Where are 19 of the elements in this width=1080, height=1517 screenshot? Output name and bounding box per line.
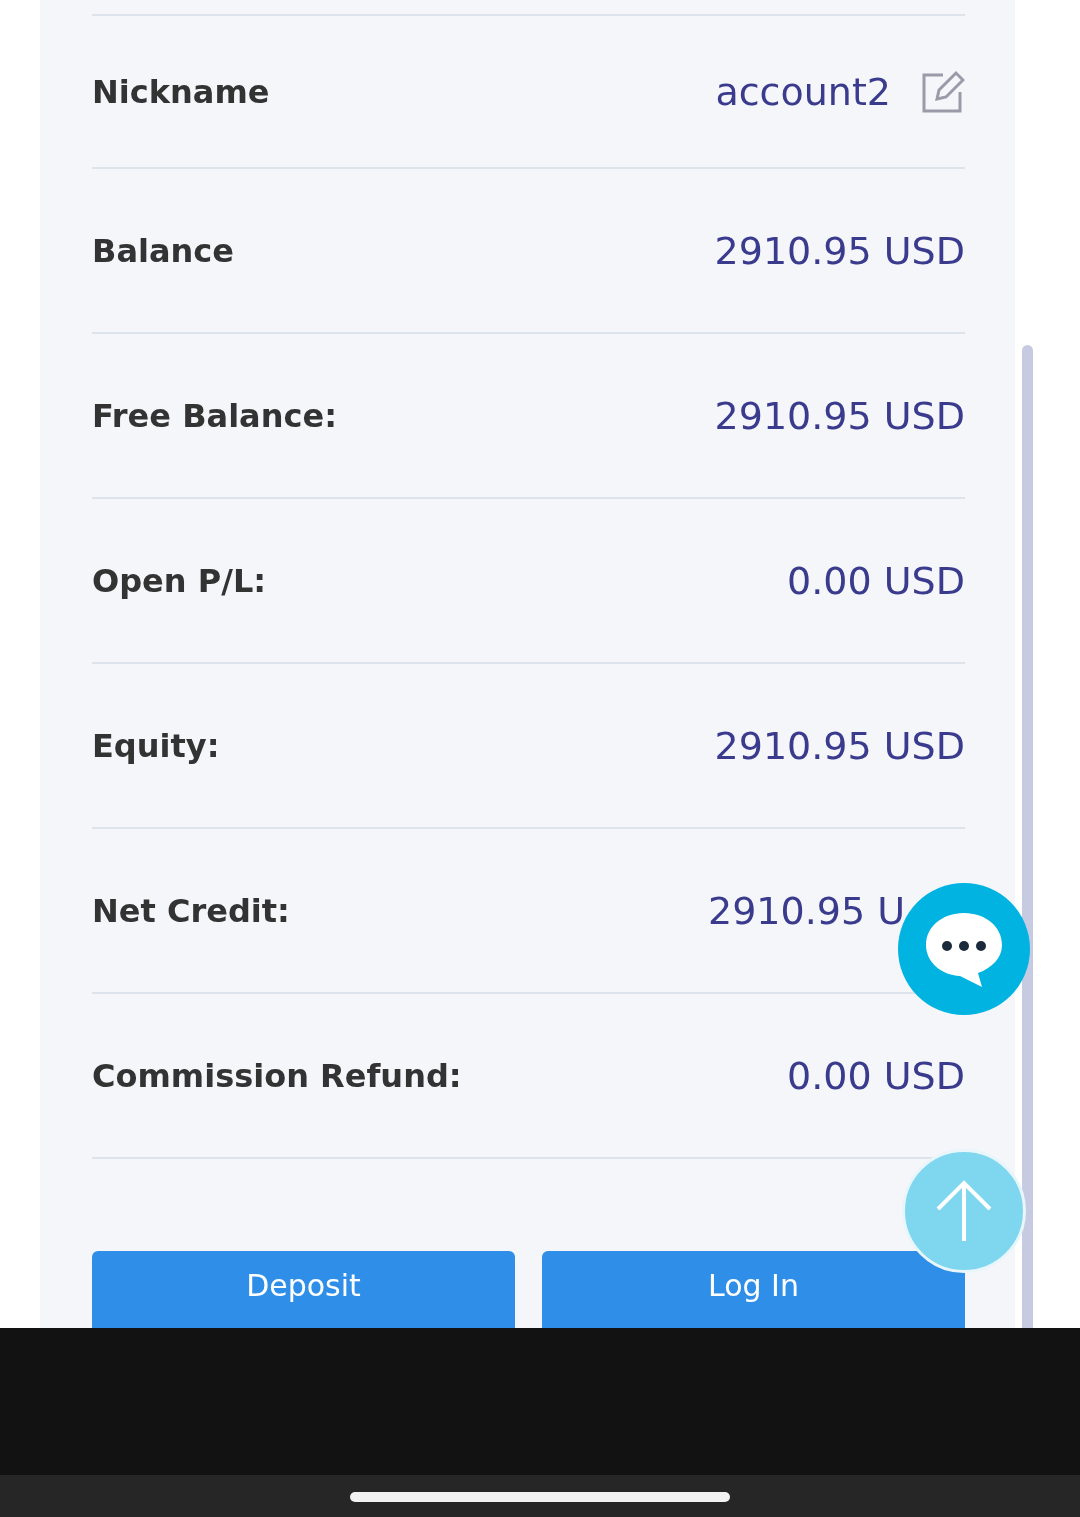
field-label: Net Credit: xyxy=(92,891,290,930)
field-value: 2910.95 U xyxy=(707,888,905,933)
edit-icon[interactable] xyxy=(921,69,965,114)
arrow-up-icon xyxy=(934,1179,994,1243)
field-value: 2910.95 USD xyxy=(714,723,965,768)
field-value: 0.00 USD xyxy=(787,1053,965,1098)
field-value: account2 xyxy=(715,69,891,114)
field-value: 2910.95 USD xyxy=(714,228,965,273)
field-label: Commission Refund: xyxy=(92,1056,462,1095)
field-label: Nickname xyxy=(92,72,270,111)
field-value: 0.00 USD xyxy=(787,558,965,603)
field-label: Balance xyxy=(92,231,234,270)
scrollbar[interactable] xyxy=(1022,345,1033,1328)
action-button[interactable]: Log In xyxy=(542,1251,965,1328)
field-label: Equity: xyxy=(92,726,220,765)
field-label: Free Balance: xyxy=(92,396,337,435)
action-button[interactable]: Deposit xyxy=(92,1251,515,1328)
field-label: Open P/L: xyxy=(92,561,267,600)
field-value: 2910.95 USD xyxy=(714,393,965,438)
